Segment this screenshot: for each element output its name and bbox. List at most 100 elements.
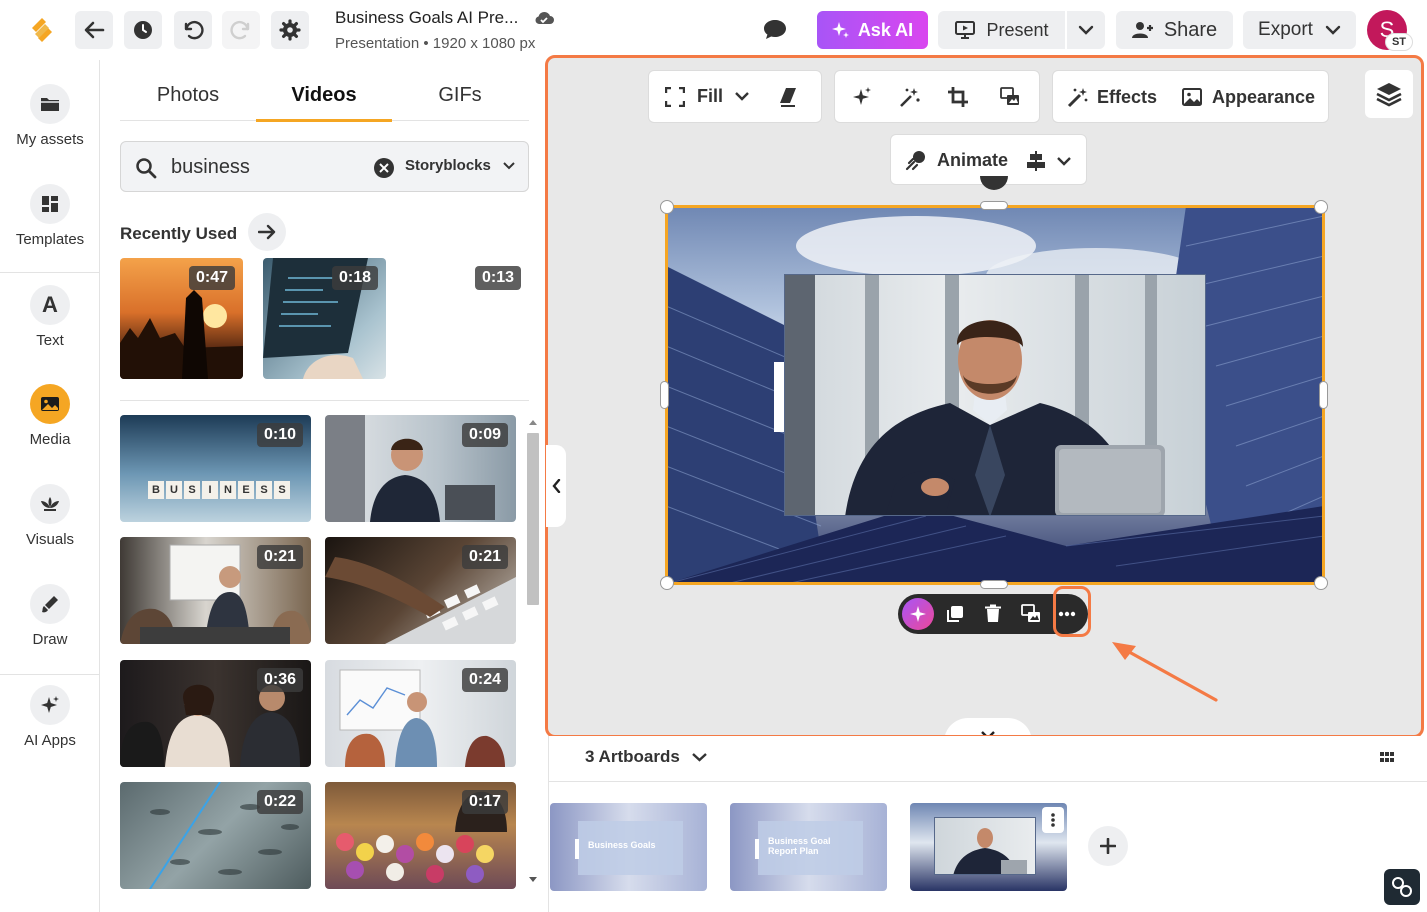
ask-ai-label: Ask AI [857, 19, 914, 40]
duplicate-button[interactable] [944, 603, 966, 625]
image-tools-group [834, 70, 1040, 123]
layers-button[interactable] [1365, 70, 1413, 118]
resize-handle-left[interactable] [660, 381, 669, 409]
businessman-video [785, 275, 1165, 515]
video-duration: 0:09 [461, 423, 508, 447]
draw-icon [30, 584, 70, 624]
tab-videos[interactable]: Videos [256, 84, 392, 107]
app-logo[interactable] [26, 14, 58, 46]
video-thumbnail[interactable]: B U S I N E S S 0:10 [120, 415, 311, 522]
resize-handle-bottom[interactable] [980, 580, 1008, 589]
undo-button[interactable] [174, 11, 212, 49]
recently-used-title: Recently Used [120, 224, 238, 243]
comments-button[interactable] [762, 17, 788, 41]
animate-button[interactable]: Animate [905, 149, 1008, 171]
resize-handle[interactable] [1314, 200, 1328, 214]
effects-button[interactable]: Effects [1067, 86, 1157, 108]
clear-search-icon[interactable] [374, 158, 394, 178]
sidebar-item-templates[interactable]: Templates [0, 184, 100, 248]
artboard-thumbnail-3[interactable] [910, 803, 1067, 891]
artboard[interactable] [666, 206, 1324, 584]
video-frame[interactable] [784, 274, 1206, 516]
sidebar-item-draw[interactable]: Draw [0, 584, 100, 648]
help-widget-button[interactable] [1384, 869, 1420, 905]
add-artboard-button[interactable] [1088, 826, 1128, 866]
video-thumbnail[interactable]: 0:21 [325, 537, 516, 644]
artboard-thumbnail-2[interactable]: Business Goal Report Plan [730, 803, 887, 891]
export-button[interactable]: Export [1243, 11, 1356, 49]
appearance-button[interactable]: Appearance [1181, 86, 1315, 108]
video-thumbnail[interactable]: 0:22 [120, 782, 311, 889]
sidebar-item-ai-apps[interactable]: AI Apps [0, 685, 100, 749]
delete-button[interactable] [982, 603, 1004, 625]
crop-button[interactable] [947, 86, 969, 108]
source-label: Storyblocks [405, 157, 491, 174]
align-dropdown[interactable] [1025, 150, 1071, 172]
source-dropdown[interactable]: Storyblocks [405, 157, 515, 174]
artboard-decor [755, 839, 759, 859]
templates-icon [30, 184, 70, 224]
video-thumbnail[interactable]: 0:13 [406, 258, 529, 379]
video-thumbnail[interactable]: 0:21 [120, 537, 311, 644]
add-user-icon [1131, 22, 1153, 38]
present-button[interactable]: Present [938, 11, 1065, 49]
fill-dropdown[interactable]: Fill [665, 86, 749, 107]
export-label: Export [1258, 19, 1313, 40]
tab-photos[interactable]: Photos [120, 84, 256, 107]
collapse-panel-button[interactable] [546, 445, 566, 527]
clock-icon [134, 21, 152, 39]
replace-media-button[interactable] [999, 86, 1021, 108]
artboard-thumbnail-1[interactable]: Business Goals [550, 803, 707, 891]
resize-handle-top[interactable] [980, 201, 1008, 210]
tab-gifs[interactable]: GIFs [392, 84, 528, 107]
animate-label: Animate [937, 149, 1009, 170]
ask-ai-button[interactable]: Ask AI [817, 11, 928, 49]
video-duration: 0:21 [256, 545, 303, 569]
sidebar-item-media[interactable]: Media [0, 384, 100, 448]
video-thumbnail[interactable]: 0:36 [120, 660, 311, 767]
video-thumbnail[interactable]: 0:09 [325, 415, 516, 522]
eraser-button[interactable] [777, 86, 799, 108]
artboards-dropdown[interactable]: 3 Artboards [585, 747, 707, 767]
search-input[interactable] [171, 154, 361, 180]
share-button[interactable]: Share [1116, 11, 1233, 49]
back-button[interactable] [75, 11, 113, 49]
recently-used-more-button[interactable] [248, 213, 286, 251]
highlight-ring [1053, 586, 1091, 637]
sidebar-item-text[interactable]: A Text [0, 285, 100, 349]
redo-button[interactable] [222, 11, 260, 49]
panel-scrollbar[interactable] [524, 415, 542, 889]
chevron-left-icon [551, 479, 560, 493]
sidebar-item-my-assets[interactable]: My assets [0, 84, 100, 148]
replace-image-icon [1000, 87, 1019, 105]
remove-background-button[interactable] [899, 86, 921, 108]
history-button[interactable] [124, 11, 162, 49]
video-duration: 0:17 [461, 790, 508, 814]
scrollbar-thumb[interactable] [527, 433, 539, 605]
sidebar-item-visuals[interactable]: Visuals [0, 484, 100, 548]
video-thumbnail[interactable]: 0:17 [325, 782, 516, 889]
document-title[interactable]: Business Goals AI Pre... [335, 8, 518, 28]
strip-divider [549, 781, 1427, 782]
ai-assist-button[interactable] [902, 598, 934, 630]
visuals-icon [30, 484, 70, 524]
video-thumbnail[interactable]: 0:18 [263, 258, 386, 379]
document-subtitle: Presentation • 1920 x 1080 px [335, 35, 536, 52]
resize-handle[interactable] [660, 200, 674, 214]
effects-label: Effects [1097, 86, 1158, 107]
link-icon [1392, 877, 1412, 897]
present-options-button[interactable] [1067, 11, 1105, 49]
grid-view-button[interactable] [1379, 749, 1395, 765]
replace-button[interactable] [1020, 603, 1042, 625]
video-thumbnail[interactable]: 0:24 [325, 660, 516, 767]
scroll-down-icon[interactable] [528, 876, 538, 883]
dice-word: B U S I N E S S [148, 481, 290, 499]
ai-enhance-button[interactable] [851, 86, 873, 108]
resize-handle-right[interactable] [1319, 381, 1328, 409]
resize-handle[interactable] [660, 576, 674, 590]
settings-button[interactable] [271, 11, 309, 49]
resize-handle[interactable] [1314, 576, 1328, 590]
video-thumbnail[interactable]: 0:47 [120, 258, 243, 379]
rotate-handle[interactable] [980, 176, 1008, 190]
scroll-up-icon[interactable] [528, 419, 538, 426]
